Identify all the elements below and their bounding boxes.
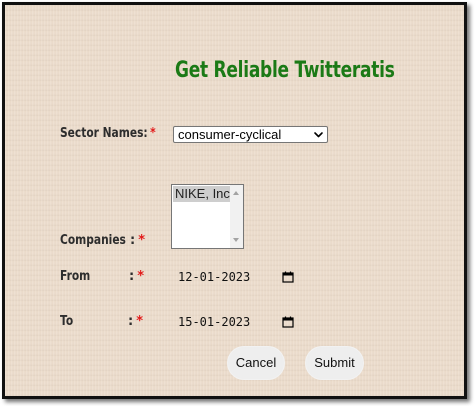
to-date-value: 15-01-2023 xyxy=(178,315,251,329)
from-date-value: 12-01-2023 xyxy=(178,270,251,284)
scroll-down-arrow-icon[interactable] xyxy=(233,238,239,242)
companies-colon-group: : * xyxy=(130,233,145,248)
scroll-up-arrow-icon[interactable] xyxy=(233,191,239,195)
from-date-input[interactable]: 12-01-2023 xyxy=(178,268,298,286)
from-colon: : xyxy=(129,269,135,284)
to-required-mark: * xyxy=(136,314,144,329)
to-colon: : xyxy=(128,314,134,329)
calendar-icon[interactable] xyxy=(282,271,294,283)
sector-label: Sector Names: * xyxy=(60,126,156,141)
companies-option-nike[interactable]: NIKE, Inc xyxy=(173,186,231,202)
companies-required-mark: * xyxy=(138,233,146,248)
to-colon-group: : * xyxy=(128,314,143,329)
companies-listbox[interactable]: NIKE, Inc xyxy=(171,184,244,249)
companies-label-text: Companies xyxy=(60,233,126,248)
from-label-text: From xyxy=(60,269,91,284)
to-date-input[interactable]: 15-01-2023 xyxy=(178,313,298,331)
page-title: Get Reliable Twitteratis xyxy=(175,58,395,83)
companies-colon: : xyxy=(130,233,136,248)
listbox-scrollbar[interactable] xyxy=(230,185,243,248)
sector-select-value: consumer-cyclical xyxy=(178,127,282,142)
to-label-text: To xyxy=(60,314,74,329)
submit-button[interactable]: Submit xyxy=(305,346,364,380)
companies-label: Companies xyxy=(60,233,126,248)
cancel-button[interactable]: Cancel xyxy=(227,346,285,380)
from-colon-group: : * xyxy=(129,269,144,284)
calendar-icon[interactable] xyxy=(282,316,294,328)
from-label: From xyxy=(60,269,90,284)
sector-required-mark: * xyxy=(150,126,156,141)
from-required-mark: * xyxy=(137,269,145,284)
chevron-down-icon xyxy=(314,132,323,138)
to-label: To xyxy=(60,314,73,329)
sector-label-text: Sector Names: xyxy=(60,126,148,141)
sector-select[interactable]: consumer-cyclical xyxy=(173,126,328,143)
